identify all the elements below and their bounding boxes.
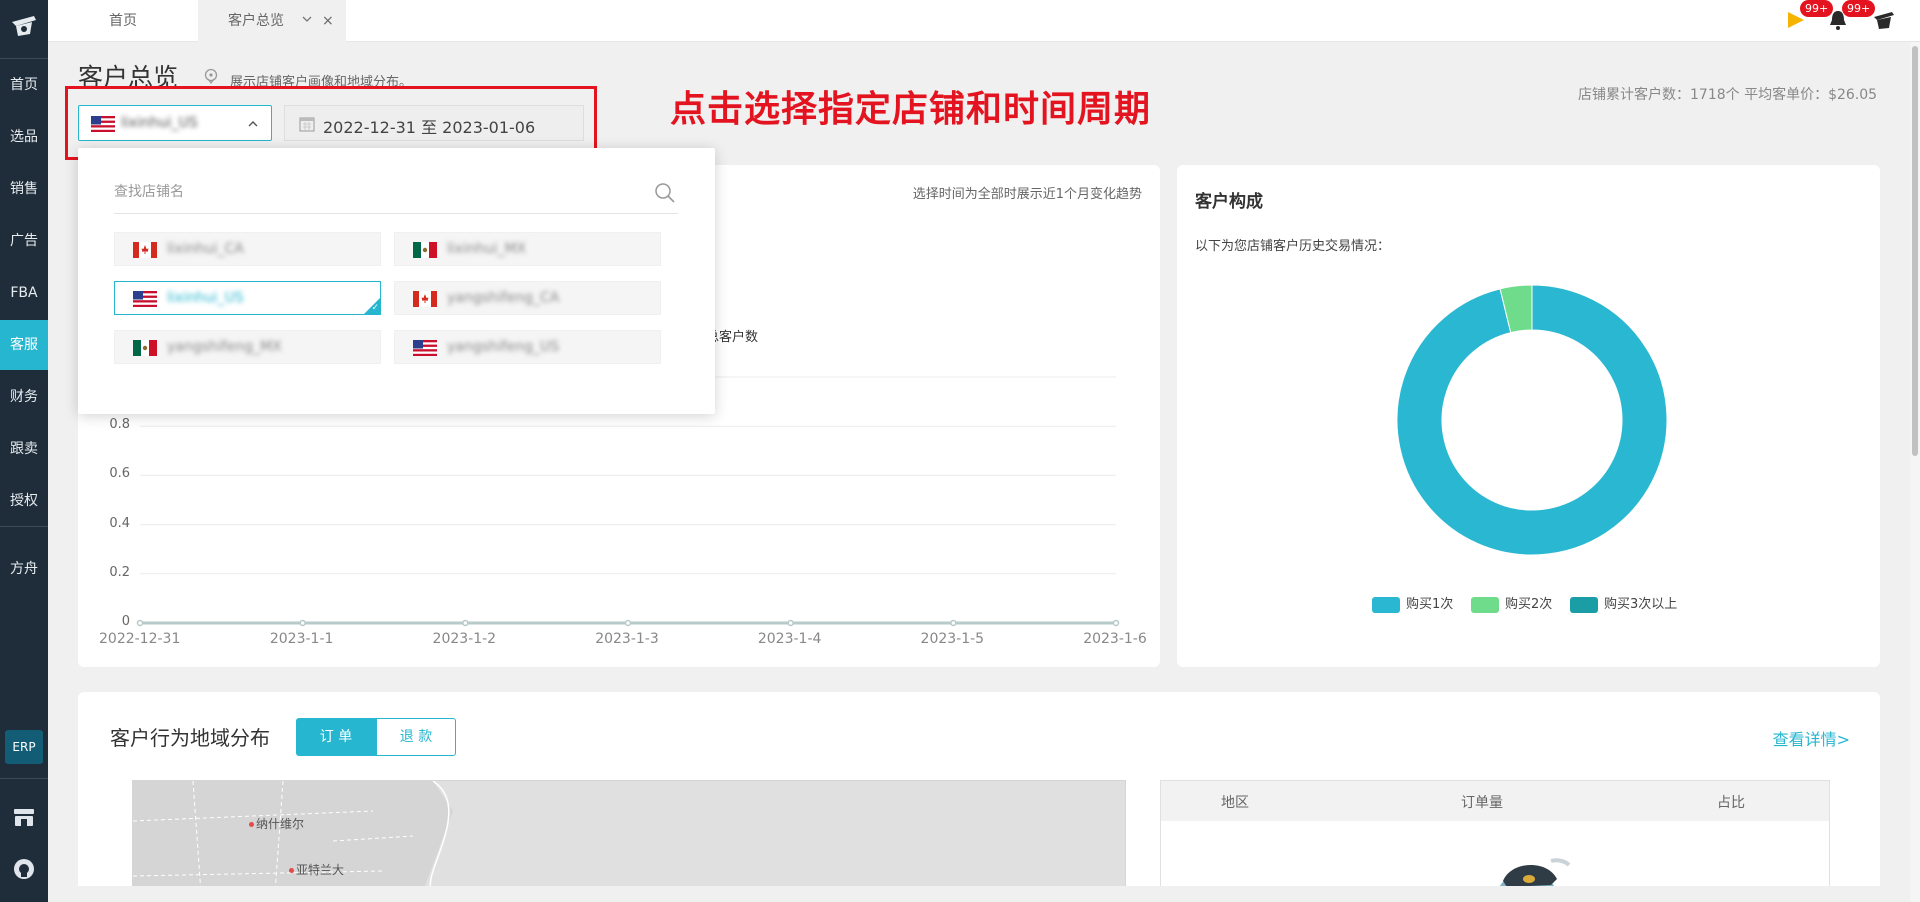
composition-title: 客户构成 bbox=[1195, 192, 1263, 212]
sidebar-item-finance[interactable]: 财务 bbox=[0, 372, 48, 422]
x-tick-label: 2023-1-3 bbox=[595, 631, 659, 647]
shop-option-name: yangshifeng_US bbox=[447, 339, 560, 355]
legend-item[interactable]: 购买2次 bbox=[1471, 593, 1552, 613]
shop-option[interactable]: yangshifeng_US bbox=[394, 330, 661, 364]
canada-flag-icon bbox=[413, 291, 437, 307]
canada-flag-icon bbox=[133, 242, 157, 258]
sidebar-item-ads[interactable]: 广告 bbox=[0, 216, 48, 266]
geo-map[interactable]: 纳什维尔 亚特兰大 bbox=[132, 780, 1126, 902]
erp-button[interactable]: ERP bbox=[5, 730, 43, 764]
mexico-flag-icon bbox=[133, 340, 157, 356]
geo-distribution-card: 客户行为地域分布 订 单 退 款 查看详情> 纳什维尔 亚特兰大 地区 订单量 … bbox=[78, 692, 1880, 902]
tab-customer-overview[interactable]: 客户总览 × bbox=[198, 0, 346, 42]
support-icon[interactable] bbox=[12, 857, 36, 881]
legend-swatch bbox=[1570, 596, 1598, 613]
shop-search-input[interactable] bbox=[114, 174, 634, 210]
user-avatar-icon[interactable] bbox=[1872, 8, 1896, 32]
bell-badge: 99+ bbox=[1842, 0, 1876, 17]
sidebar-item-fba[interactable]: FBA bbox=[0, 268, 48, 318]
legend-label: 购买2次 bbox=[1505, 597, 1553, 612]
trend-note: 选择时间为全部时展示近1个月变化趋势 bbox=[912, 187, 1142, 202]
shop-option[interactable]: lixinhui_CA bbox=[114, 232, 381, 266]
x-tick-label: 2023-1-1 bbox=[269, 631, 334, 647]
sidebar: 首页 选品 销售 广告 FBA 客服 财务 跟卖 授权 方舟 ERP bbox=[0, 0, 48, 902]
y-tick-label: 0.2 bbox=[109, 564, 130, 580]
legend-item[interactable]: 购买3次以上 bbox=[1570, 593, 1677, 613]
us-flag-icon bbox=[133, 291, 157, 307]
legend-swatch bbox=[1372, 596, 1400, 613]
shop-option[interactable]: lixinhui_MX bbox=[394, 232, 661, 266]
geo-title: 客户行为地域分布 bbox=[110, 726, 270, 750]
sidebar-item-authorization[interactable]: 授权 bbox=[0, 476, 48, 526]
shop-option-name: lixinhui_MX bbox=[447, 241, 527, 257]
sidebar-item-ark[interactable]: 方舟 bbox=[0, 544, 48, 594]
sidebar-item-follow-sell[interactable]: 跟卖 bbox=[0, 424, 48, 474]
store-summary: 店铺累计客户数：1718个 平均客单价：$26.05 bbox=[1578, 87, 1878, 103]
brand-logo-icon[interactable] bbox=[10, 12, 38, 40]
sidebar-item-sales[interactable]: 销售 bbox=[0, 164, 48, 214]
tab-refunds[interactable]: 退 款 bbox=[376, 718, 456, 756]
shop-option[interactable]: yangshifeng_MX bbox=[114, 330, 381, 364]
us-flag-icon bbox=[413, 340, 437, 356]
legend-item[interactable]: 购买1次 bbox=[1372, 593, 1453, 613]
shop-option-name: lixinhui_US bbox=[167, 290, 244, 306]
shop-dropdown: lixinhui_CA lixinhui_MX lixinhui_US ✓ yangsh… bbox=[78, 148, 715, 414]
legend-label: 购买1次 bbox=[1406, 597, 1454, 612]
tab-bar: 首页 客户总览 × 99+ 99+ bbox=[48, 0, 1920, 42]
tab-label: 客户总览 bbox=[228, 13, 284, 29]
location-help-icon[interactable] bbox=[203, 68, 219, 84]
y-tick-label: 0.8 bbox=[109, 417, 130, 433]
column-header-orders: 订单量 bbox=[1461, 795, 1503, 811]
sidebar-divider bbox=[0, 778, 48, 779]
sidebar-item-home[interactable]: 首页 bbox=[0, 60, 48, 110]
composition-description: 以下为您店铺客户历史交易情况： bbox=[1195, 239, 1391, 254]
bottom-strip bbox=[48, 886, 1910, 902]
shop-option[interactable]: lixinhui_US ✓ bbox=[114, 281, 381, 315]
shop-option[interactable]: yangshifeng_CA bbox=[394, 281, 661, 315]
check-icon: ✓ bbox=[371, 303, 379, 313]
map-city-atlanta: 亚特兰大 bbox=[289, 861, 344, 878]
mexico-flag-icon bbox=[413, 242, 437, 258]
search-icon[interactable] bbox=[654, 182, 676, 204]
legend-label: 购买3次以上 bbox=[1604, 597, 1678, 612]
store-icon[interactable] bbox=[12, 805, 36, 829]
legend-swatch bbox=[1471, 596, 1499, 613]
map-city-nashville: 纳什维尔 bbox=[249, 815, 304, 832]
map-shape bbox=[133, 781, 453, 902]
y-tick-label: 0.4 bbox=[109, 515, 130, 531]
shop-option-name: lixinhui_CA bbox=[167, 241, 244, 257]
column-header-ratio: 占比 bbox=[1717, 795, 1745, 811]
customer-composition-card: 客户构成 以下为您店铺客户历史交易情况： 购买1次 购买2次 购买3次以上 bbox=[1177, 165, 1880, 667]
sidebar-item-customer-service[interactable]: 客服 bbox=[0, 320, 48, 370]
chevron-down-icon[interactable] bbox=[302, 14, 312, 24]
scrollbar-thumb[interactable] bbox=[1912, 46, 1918, 456]
y-tick-label: 0 bbox=[121, 614, 130, 629]
tab-home[interactable]: 首页 bbox=[48, 0, 198, 42]
region-table: 地区 订单量 占比 bbox=[1160, 780, 1830, 902]
x-tick-label: 2023-1-6 bbox=[1083, 631, 1147, 647]
sidebar-divider bbox=[0, 526, 48, 527]
tab-orders[interactable]: 订 单 bbox=[296, 718, 376, 756]
y-tick-label: 0.6 bbox=[109, 466, 130, 482]
column-header-region: 地区 bbox=[1221, 795, 1249, 811]
shop-option-name: yangshifeng_MX bbox=[167, 339, 282, 355]
x-tick-label: 2023-1-4 bbox=[757, 631, 822, 647]
table-header: 地区 订单量 占比 bbox=[1161, 781, 1829, 821]
view-details-link[interactable]: 查看详情> bbox=[1773, 726, 1850, 750]
close-icon[interactable]: × bbox=[322, 0, 334, 42]
shop-option-name: yangshifeng_CA bbox=[447, 290, 560, 306]
shop-search bbox=[114, 174, 678, 214]
annotation-text: 点击选择指定店铺和时间周期 bbox=[670, 89, 1152, 130]
composition-donut-chart bbox=[1396, 284, 1668, 556]
page-scrollbar[interactable] bbox=[1910, 42, 1920, 902]
sidebar-divider bbox=[0, 58, 48, 59]
x-tick-label: 2023-1-2 bbox=[432, 631, 497, 647]
x-tick-label: 2022-12-31 bbox=[99, 631, 181, 647]
x-tick-label: 2023-1-5 bbox=[920, 631, 985, 647]
sidebar-item-selection[interactable]: 选品 bbox=[0, 112, 48, 162]
